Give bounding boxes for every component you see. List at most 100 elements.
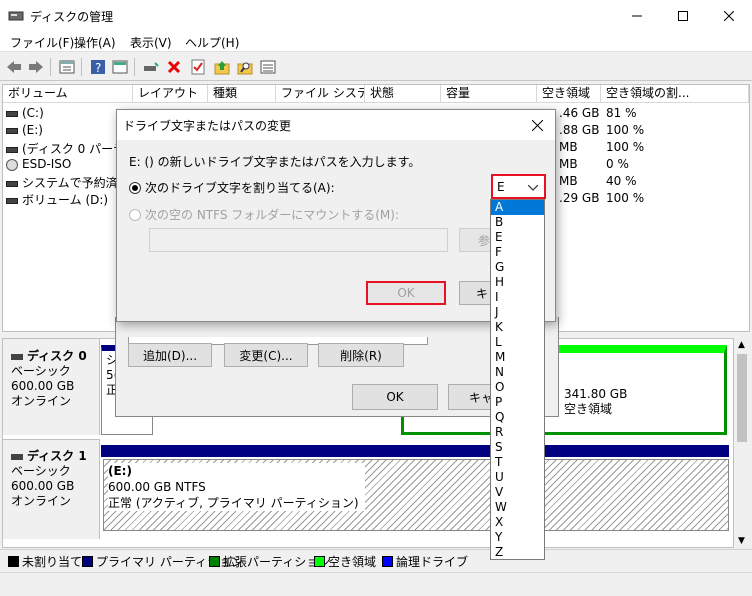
menu-action[interactable]: 操作(A) bbox=[74, 34, 116, 51]
letter-option-o[interactable]: O bbox=[491, 380, 544, 395]
volume-name: (E:) bbox=[22, 123, 43, 137]
assign-letter-radio[interactable]: 次のドライブ文字を割り当てる(A): bbox=[129, 179, 335, 196]
checklist-icon[interactable] bbox=[188, 57, 208, 77]
drive-icon bbox=[6, 197, 18, 204]
properties-icon[interactable] bbox=[57, 57, 77, 77]
legend-swatch bbox=[209, 556, 220, 567]
scroll-thumb[interactable] bbox=[737, 354, 747, 442]
minimize-button[interactable] bbox=[614, 0, 660, 32]
folder-path-input[interactable] bbox=[149, 228, 448, 252]
maximize-button[interactable] bbox=[660, 0, 706, 32]
letter-option-m[interactable]: M bbox=[491, 350, 544, 365]
cd-icon bbox=[6, 158, 18, 171]
ok-button[interactable]: OK bbox=[366, 281, 446, 305]
vertical-scrollbar[interactable]: ▲ ▼ bbox=[734, 338, 750, 548]
add-button[interactable]: 追加(D)... bbox=[128, 343, 212, 367]
parent-ok-button[interactable]: OK bbox=[352, 384, 438, 410]
column-header[interactable]: ボリューム bbox=[3, 85, 133, 103]
letter-option-r[interactable]: R bbox=[491, 425, 544, 440]
volume-name: システムで予約済み bbox=[22, 176, 130, 190]
drive-icon bbox=[6, 146, 18, 153]
menu-view[interactable]: 表示(V) bbox=[130, 34, 172, 51]
legend-label: 未割り当て bbox=[22, 555, 83, 569]
free-space-value: MB bbox=[559, 174, 578, 188]
list-view-icon[interactable] bbox=[258, 57, 278, 77]
drive-icon bbox=[6, 110, 18, 117]
toolbar-separator bbox=[134, 58, 135, 76]
disk-icon bbox=[11, 353, 23, 360]
column-header[interactable]: 空き領域の割... bbox=[601, 85, 749, 103]
back-icon[interactable] bbox=[4, 57, 24, 77]
volume-name: (C:) bbox=[22, 106, 44, 120]
letter-option-s[interactable]: S bbox=[491, 440, 544, 455]
letter-option-f[interactable]: F bbox=[491, 245, 544, 260]
partition-status: 正常 (アクティブ, プライマリ パーティション) bbox=[108, 496, 359, 510]
menu-help[interactable]: ヘルプ(H) bbox=[185, 34, 239, 51]
column-header[interactable]: ファイル システム bbox=[276, 85, 365, 103]
disk-management-icon bbox=[8, 9, 24, 22]
forward-icon[interactable] bbox=[26, 57, 46, 77]
free-label: 空き領域 bbox=[564, 402, 613, 416]
free-percent-value: 100 % bbox=[606, 140, 645, 154]
free-space-value: MB bbox=[559, 140, 578, 154]
letter-option-u[interactable]: U bbox=[491, 470, 544, 485]
window-title: ディスクの管理 bbox=[30, 10, 114, 24]
dialog-title-bar: ドライブ文字またはパスの変更 bbox=[117, 110, 555, 140]
disk1-label[interactable]: ディスク 1 ベーシック 600.00 GB オンライン bbox=[3, 439, 100, 539]
volume-row[interactable]: (E:) bbox=[6, 123, 43, 140]
delete-icon[interactable] bbox=[164, 57, 184, 77]
up-folder-icon[interactable] bbox=[212, 57, 232, 77]
mount-folder-radio[interactable]: 次の空の NTFS フォルダーにマウントする(M): bbox=[129, 206, 399, 223]
letter-option-n[interactable]: N bbox=[491, 365, 544, 380]
menu-file[interactable]: ファイル(F) bbox=[10, 34, 74, 51]
letter-option-t[interactable]: T bbox=[491, 455, 544, 470]
legend-label: 空き領域 bbox=[328, 555, 377, 569]
letter-option-e[interactable]: E bbox=[491, 230, 544, 245]
disk-size: 600.00 GB bbox=[11, 479, 75, 493]
letter-option-q[interactable]: Q bbox=[491, 410, 544, 425]
letter-option-b[interactable]: B bbox=[491, 215, 544, 230]
volume-row[interactable]: (C:) bbox=[6, 106, 44, 123]
letter-option-l[interactable]: L bbox=[491, 335, 544, 350]
letter-option-z[interactable]: Z bbox=[491, 545, 544, 560]
dialog-title: ドライブ文字またはパスの変更 bbox=[123, 119, 292, 133]
letter-option-a[interactable]: A bbox=[491, 200, 544, 215]
scroll-down-icon[interactable]: ▼ bbox=[738, 536, 745, 546]
letter-option-y[interactable]: Y bbox=[491, 530, 544, 545]
disk0-label[interactable]: ディスク 0 ベーシック 600.00 GB オンライン bbox=[3, 339, 100, 435]
volume-row[interactable]: ボリューム (D:) bbox=[6, 191, 108, 208]
remove-button[interactable]: 削除(R) bbox=[318, 343, 404, 367]
volume-row[interactable]: ESD-ISO bbox=[6, 157, 71, 174]
letter-option-v[interactable]: V bbox=[491, 485, 544, 500]
letter-option-x[interactable]: X bbox=[491, 515, 544, 530]
title-bar: ディスクの管理 bbox=[0, 0, 752, 32]
letter-option-j[interactable]: J bbox=[491, 305, 544, 320]
column-header[interactable]: 空き領域 bbox=[537, 85, 601, 103]
free-percent-value: 81 % bbox=[606, 106, 637, 120]
letter-option-w[interactable]: W bbox=[491, 500, 544, 515]
free-size: 341.80 GB bbox=[564, 387, 628, 401]
change-button[interactable]: 変更(C)... bbox=[224, 343, 308, 367]
column-header[interactable]: 種類 bbox=[208, 85, 276, 103]
drive-letter-select[interactable]: E bbox=[491, 174, 546, 199]
column-header[interactable]: 容量 bbox=[441, 85, 537, 103]
letter-option-i[interactable]: I bbox=[491, 290, 544, 305]
letter-option-k[interactable]: K bbox=[491, 320, 544, 335]
console-icon[interactable] bbox=[110, 57, 130, 77]
volume-row[interactable]: システムで予約済み bbox=[6, 174, 130, 191]
dialog-close-button[interactable] bbox=[527, 116, 547, 134]
help-icon[interactable]: ? bbox=[88, 57, 108, 77]
disk-status: オンライン bbox=[11, 394, 72, 408]
close-button[interactable] bbox=[706, 0, 752, 32]
column-header[interactable]: レイアウト bbox=[133, 85, 208, 103]
letter-option-h[interactable]: H bbox=[491, 275, 544, 290]
connect-disk-icon[interactable] bbox=[141, 57, 161, 77]
toolbar-separator bbox=[50, 58, 51, 76]
letter-option-p[interactable]: P bbox=[491, 395, 544, 410]
letter-option-g[interactable]: G bbox=[491, 260, 544, 275]
scroll-up-icon[interactable]: ▲ bbox=[738, 340, 745, 350]
radio-selected-icon bbox=[129, 181, 141, 194]
search-folder-icon[interactable] bbox=[235, 57, 255, 77]
column-header[interactable]: 状態 bbox=[365, 85, 441, 103]
partition-e[interactable]: (E:) 600.00 GB NTFS 正常 (アクティブ, プライマリ パーテ… bbox=[103, 459, 729, 531]
